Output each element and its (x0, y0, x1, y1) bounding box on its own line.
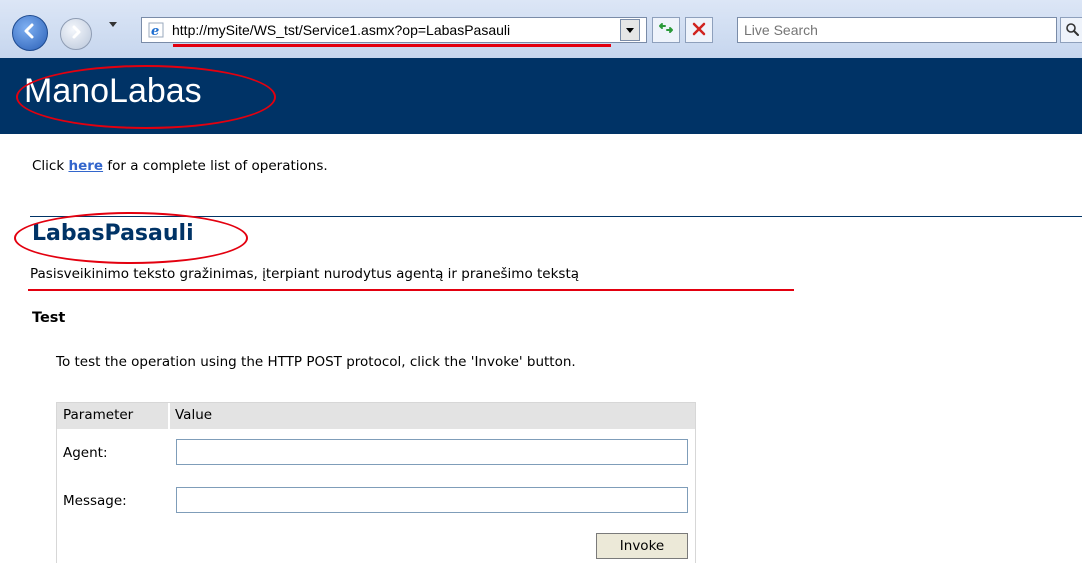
search-input[interactable] (744, 21, 1044, 39)
svg-text:e: e (151, 24, 159, 38)
intro-prefix: Click (32, 158, 69, 174)
chevron-down-icon (626, 27, 634, 33)
refresh-icon (658, 20, 674, 40)
url-annotation-underline (173, 44, 611, 47)
operations-list-link[interactable]: here (68, 158, 103, 174)
header-separator (168, 403, 170, 429)
intro-suffix: for a complete list of operations. (103, 158, 328, 174)
search-icon (1065, 21, 1079, 40)
search-box[interactable] (737, 17, 1057, 43)
table-header: Parameter Value (57, 403, 695, 429)
test-heading: Test (32, 310, 66, 326)
search-button[interactable] (1060, 17, 1082, 43)
history-dropdown-icon[interactable] (109, 22, 117, 27)
close-icon (692, 21, 706, 40)
header-parameter: Parameter (63, 407, 134, 423)
refresh-button[interactable] (652, 17, 680, 43)
operation-description: Pasisveikinimo teksto gražinimas, įterpi… (30, 266, 580, 282)
header-value: Value (175, 407, 213, 423)
parameter-table: Parameter Value Agent: Message: Invoke (56, 402, 696, 563)
address-bar[interactable]: e http://mySite/WS_tst/Service1.asmx?op=… (141, 17, 647, 43)
invoke-button[interactable]: Invoke (596, 533, 688, 559)
agent-label: Agent: (63, 445, 108, 461)
address-url[interactable]: http://mySite/WS_tst/Service1.asmx?op=La… (172, 22, 510, 38)
agent-field[interactable] (176, 439, 688, 465)
browser-toolbar: e http://mySite/WS_tst/Service1.asmx?op=… (0, 0, 1082, 58)
back-button[interactable] (12, 15, 48, 51)
ie-page-icon: e (148, 22, 164, 38)
message-label: Message: (63, 493, 127, 509)
operation-annotation-circle (14, 212, 248, 264)
forward-button[interactable] (60, 18, 92, 50)
back-arrow-icon (21, 22, 39, 44)
forward-arrow-icon (68, 24, 84, 44)
intro-line: Click here for a complete list of operat… (32, 158, 328, 174)
message-field[interactable] (176, 487, 688, 513)
test-instructions: To test the operation using the HTTP POS… (56, 354, 576, 370)
description-annotation-underline (28, 289, 794, 291)
address-dropdown-button[interactable] (620, 19, 640, 41)
title-annotation-circle (16, 65, 276, 129)
stop-button[interactable] (685, 17, 713, 43)
